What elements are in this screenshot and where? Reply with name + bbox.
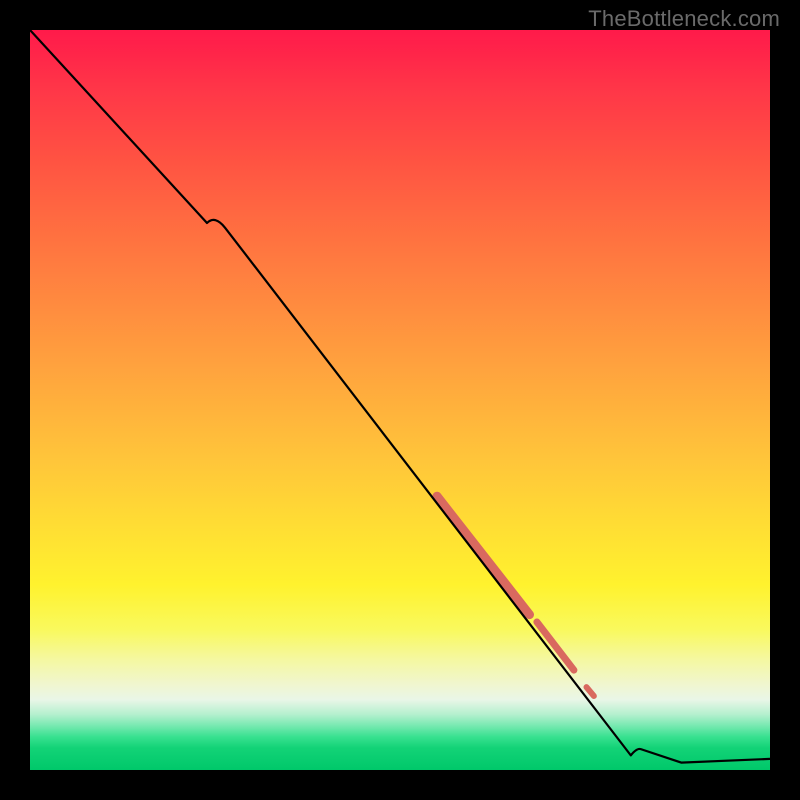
plot-area bbox=[30, 30, 770, 770]
chart-container: TheBottleneck.com bbox=[0, 0, 800, 800]
highlight-segment bbox=[437, 496, 530, 614]
bottleneck-curve bbox=[30, 30, 770, 763]
highlight-segment bbox=[537, 622, 574, 670]
watermark-text: TheBottleneck.com bbox=[588, 6, 780, 32]
chart-svg bbox=[30, 30, 770, 770]
highlight-layer bbox=[437, 496, 594, 696]
highlight-segment bbox=[586, 687, 593, 696]
